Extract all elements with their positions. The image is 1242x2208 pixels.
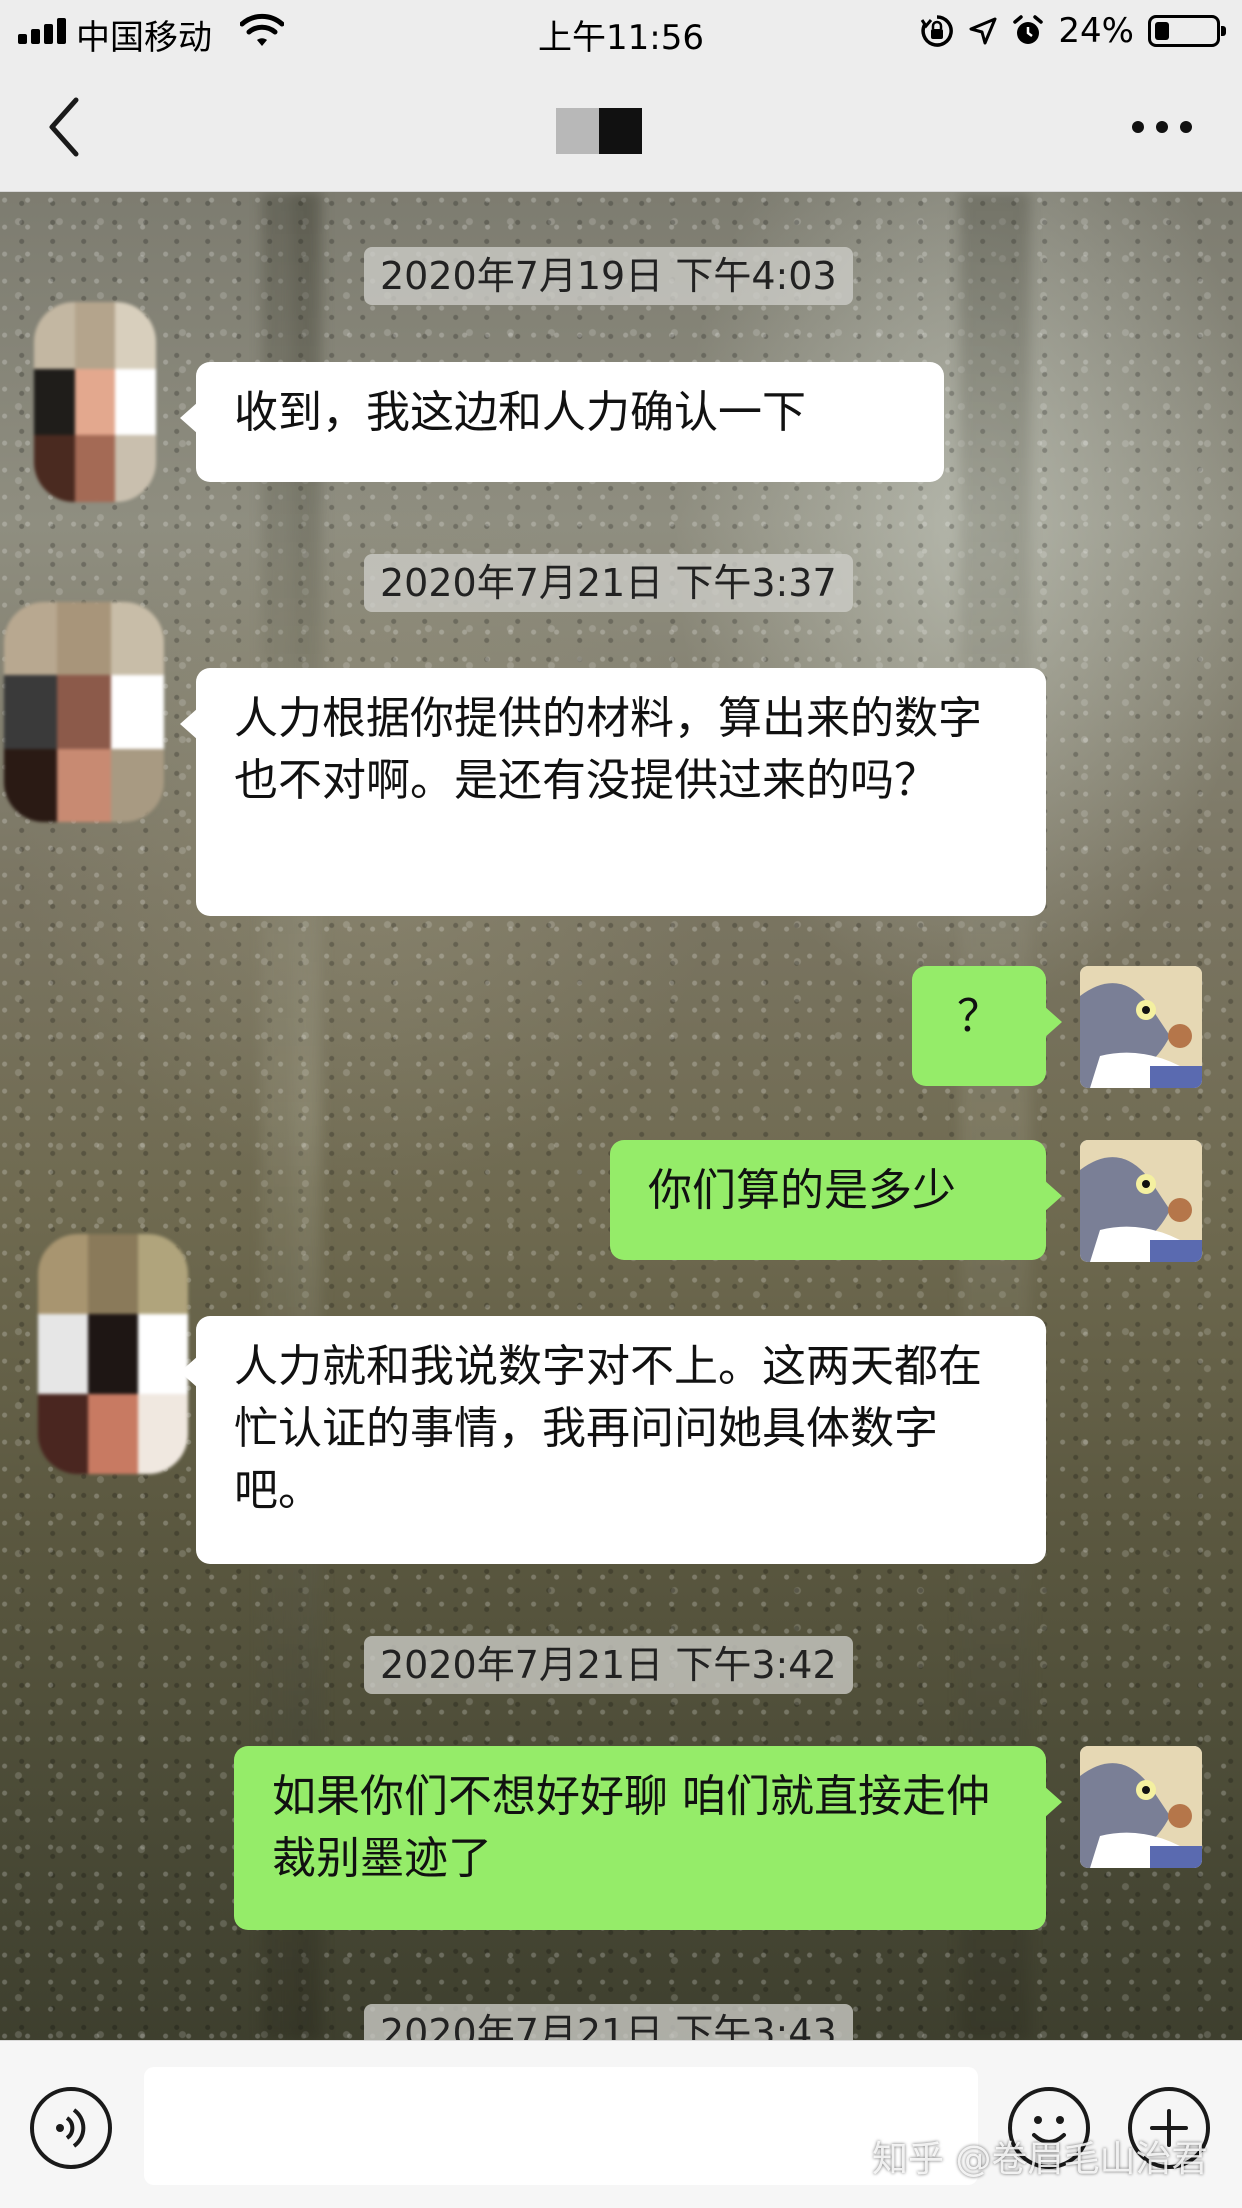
user-avatar[interactable] (1080, 1140, 1202, 1262)
user-avatar[interactable] (1080, 966, 1202, 1088)
cat-cartoon-icon (1080, 966, 1202, 1088)
message-bubble-received[interactable]: 人力根据你提供的材料，算出来的数字也不对啊。是还有没提供过来的吗？ (180, 668, 1046, 916)
message-bubble-sent[interactable]: ？ (912, 966, 1062, 1086)
back-arrow-icon[interactable] (36, 92, 96, 162)
message-bubble-sent[interactable]: 如果你们不想好好聊 咱们就直接走仲裁别墨迹了 (234, 1746, 1062, 1930)
message-bubble-received[interactable]: 收到，我这边和人力确认一下 (180, 362, 944, 482)
contact-avatar[interactable] (38, 1234, 188, 1474)
chat-header (0, 62, 1242, 192)
orientation-lock-icon (921, 15, 954, 47)
user-avatar[interactable] (1080, 1746, 1202, 1868)
message-timestamp: 2020年7月21日 下午3:43 (364, 2004, 853, 2040)
battery-percent: 24% (1058, 11, 1134, 51)
chat-input-bar (0, 2040, 1242, 2208)
cat-cartoon-icon (1080, 1140, 1202, 1262)
status-bar: 中国移动 上午11:56 24% (0, 0, 1242, 62)
chat-message-list[interactable]: 2020年7月19日 下午4:03 收到，我这边和人力确认一下 2020年7月2… (0, 192, 1242, 2040)
battery-icon (1148, 15, 1226, 47)
message-input[interactable] (144, 2067, 978, 2185)
message-bubble-received[interactable]: 人力就和我说数字对不上。这两天都在忙认证的事情，我再问问她具体数字吧。 (180, 1316, 1046, 1564)
voice-input-icon[interactable] (30, 2087, 112, 2169)
contact-avatar[interactable] (4, 602, 164, 822)
chat-title-redacted (556, 108, 642, 154)
message-timestamp: 2020年7月21日 下午3:37 (364, 554, 853, 612)
message-bubble-sent[interactable]: 你们算的是多少 (610, 1140, 1062, 1260)
more-options-icon[interactable] (1132, 112, 1192, 142)
message-timestamp: 2020年7月19日 下午4:03 (364, 247, 853, 305)
watermark-text: 知乎 @卷眉毛山治君 (872, 2139, 1208, 2180)
alarm-icon (1013, 15, 1044, 44)
message-timestamp: 2020年7月21日 下午3:42 (364, 1636, 853, 1694)
contact-avatar[interactable] (34, 302, 156, 502)
battery-fill (1155, 22, 1169, 40)
cat-cartoon-icon (1080, 1746, 1202, 1868)
status-right-group: 24% (920, 10, 1226, 52)
location-arrow-icon (969, 17, 997, 45)
